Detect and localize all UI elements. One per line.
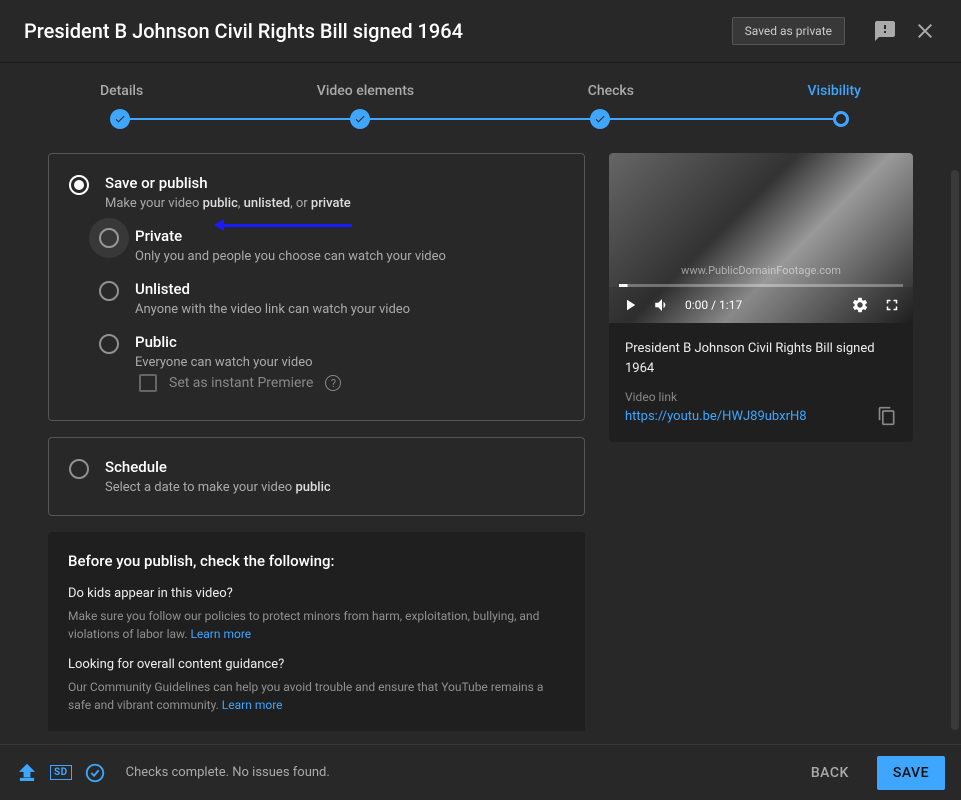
visibility-private-desc: Only you and people you choose can watch… <box>135 249 446 264</box>
scrollbar[interactable] <box>951 170 959 730</box>
upload-status-icon <box>16 762 38 784</box>
visibility-unlisted-title: Unlisted <box>135 280 410 298</box>
video-thumbnail[interactable]: www.PublicDomainFootage.com 0:00 / 1:17 <box>609 153 913 323</box>
guidance-question: Looking for overall content guidance? <box>68 657 565 672</box>
guidance-desc: Our Community Guidelines can help you av… <box>68 678 565 714</box>
video-preview-card: www.PublicDomainFootage.com 0:00 / 1:17 … <box>609 153 913 442</box>
premiere-help-icon[interactable]: ? <box>325 375 341 391</box>
guidance-learn-more-link[interactable]: Learn more <box>222 698 283 712</box>
save-status-badge: Saved as private <box>732 17 845 45</box>
close-icon[interactable] <box>913 19 937 43</box>
kids-question: Do kids appear in this video? <box>68 586 565 601</box>
settings-icon[interactable] <box>851 296 869 314</box>
kids-desc: Make sure you follow our policies to pro… <box>68 607 565 643</box>
step-visibility[interactable]: Visibility <box>808 83 861 99</box>
preview-video-title: President B Johnson Civil Rights Bill si… <box>625 339 897 378</box>
schedule-radio[interactable] <box>69 459 89 479</box>
visibility-public-radio[interactable] <box>99 334 119 354</box>
save-or-publish-radio[interactable] <box>69 175 89 195</box>
copy-icon[interactable] <box>877 406 897 426</box>
premiere-checkbox[interactable] <box>139 374 157 392</box>
footer-status-text: Checks complete. No issues found. <box>126 765 330 780</box>
premiere-label: Set as instant Premiere <box>169 375 313 391</box>
save-button[interactable]: SAVE <box>877 756 945 790</box>
stepper: Details Video elements Checks Visibility <box>0 62 961 129</box>
kids-learn-more-link[interactable]: Learn more <box>190 627 251 641</box>
page-title: President B Johnson Civil Rights Bill si… <box>24 19 732 43</box>
schedule-desc: Select a date to make your video public <box>105 480 331 495</box>
visibility-private-title: Private <box>135 227 446 245</box>
feedback-icon[interactable] <box>873 19 897 43</box>
step-node-video-elements[interactable] <box>350 109 370 129</box>
step-node-visibility[interactable] <box>833 111 849 127</box>
sd-processing-icon: SD <box>50 765 72 780</box>
visibility-public-desc: Everyone can watch your video <box>135 355 341 370</box>
schedule-card: Schedule Select a date to make your vide… <box>48 437 585 516</box>
dialog-header: President B Johnson Civil Rights Bill si… <box>0 0 961 62</box>
save-or-publish-title: Save or publish <box>105 174 351 192</box>
step-node-checks[interactable] <box>590 109 610 129</box>
fullscreen-icon[interactable] <box>883 296 901 314</box>
play-icon[interactable] <box>621 296 639 314</box>
checks-status-icon <box>84 762 106 784</box>
visibility-unlisted-desc: Anyone with the video link can watch you… <box>135 302 410 317</box>
visibility-private-radio[interactable] <box>99 228 119 248</box>
dialog-footer: SD Checks complete. No issues found. BAC… <box>0 744 961 800</box>
video-watermark: www.PublicDomainFootage.com <box>609 264 913 277</box>
save-or-publish-card: Save or publish Make your video public, … <box>48 153 585 421</box>
back-button[interactable]: BACK <box>795 757 865 789</box>
step-details[interactable]: Details <box>100 83 143 99</box>
before-publish-card: Before you publish, check the following:… <box>48 532 585 731</box>
video-time: 0:00 / 1:17 <box>685 298 742 312</box>
video-link-label: Video link <box>625 390 897 404</box>
step-checks[interactable]: Checks <box>588 83 634 99</box>
schedule-title: Schedule <box>105 458 331 476</box>
visibility-unlisted-radio[interactable] <box>99 281 119 301</box>
step-node-details[interactable] <box>110 109 130 129</box>
volume-icon[interactable] <box>653 296 671 314</box>
before-publish-heading: Before you publish, check the following: <box>68 552 565 570</box>
visibility-public-title: Public <box>135 333 341 351</box>
step-video-elements[interactable]: Video elements <box>317 83 414 99</box>
save-or-publish-desc: Make your video public, unlisted, or pri… <box>105 196 351 211</box>
video-link[interactable]: https://youtu.be/HWJ89ubxrH8 <box>625 409 807 424</box>
annotation-arrow <box>222 224 352 227</box>
